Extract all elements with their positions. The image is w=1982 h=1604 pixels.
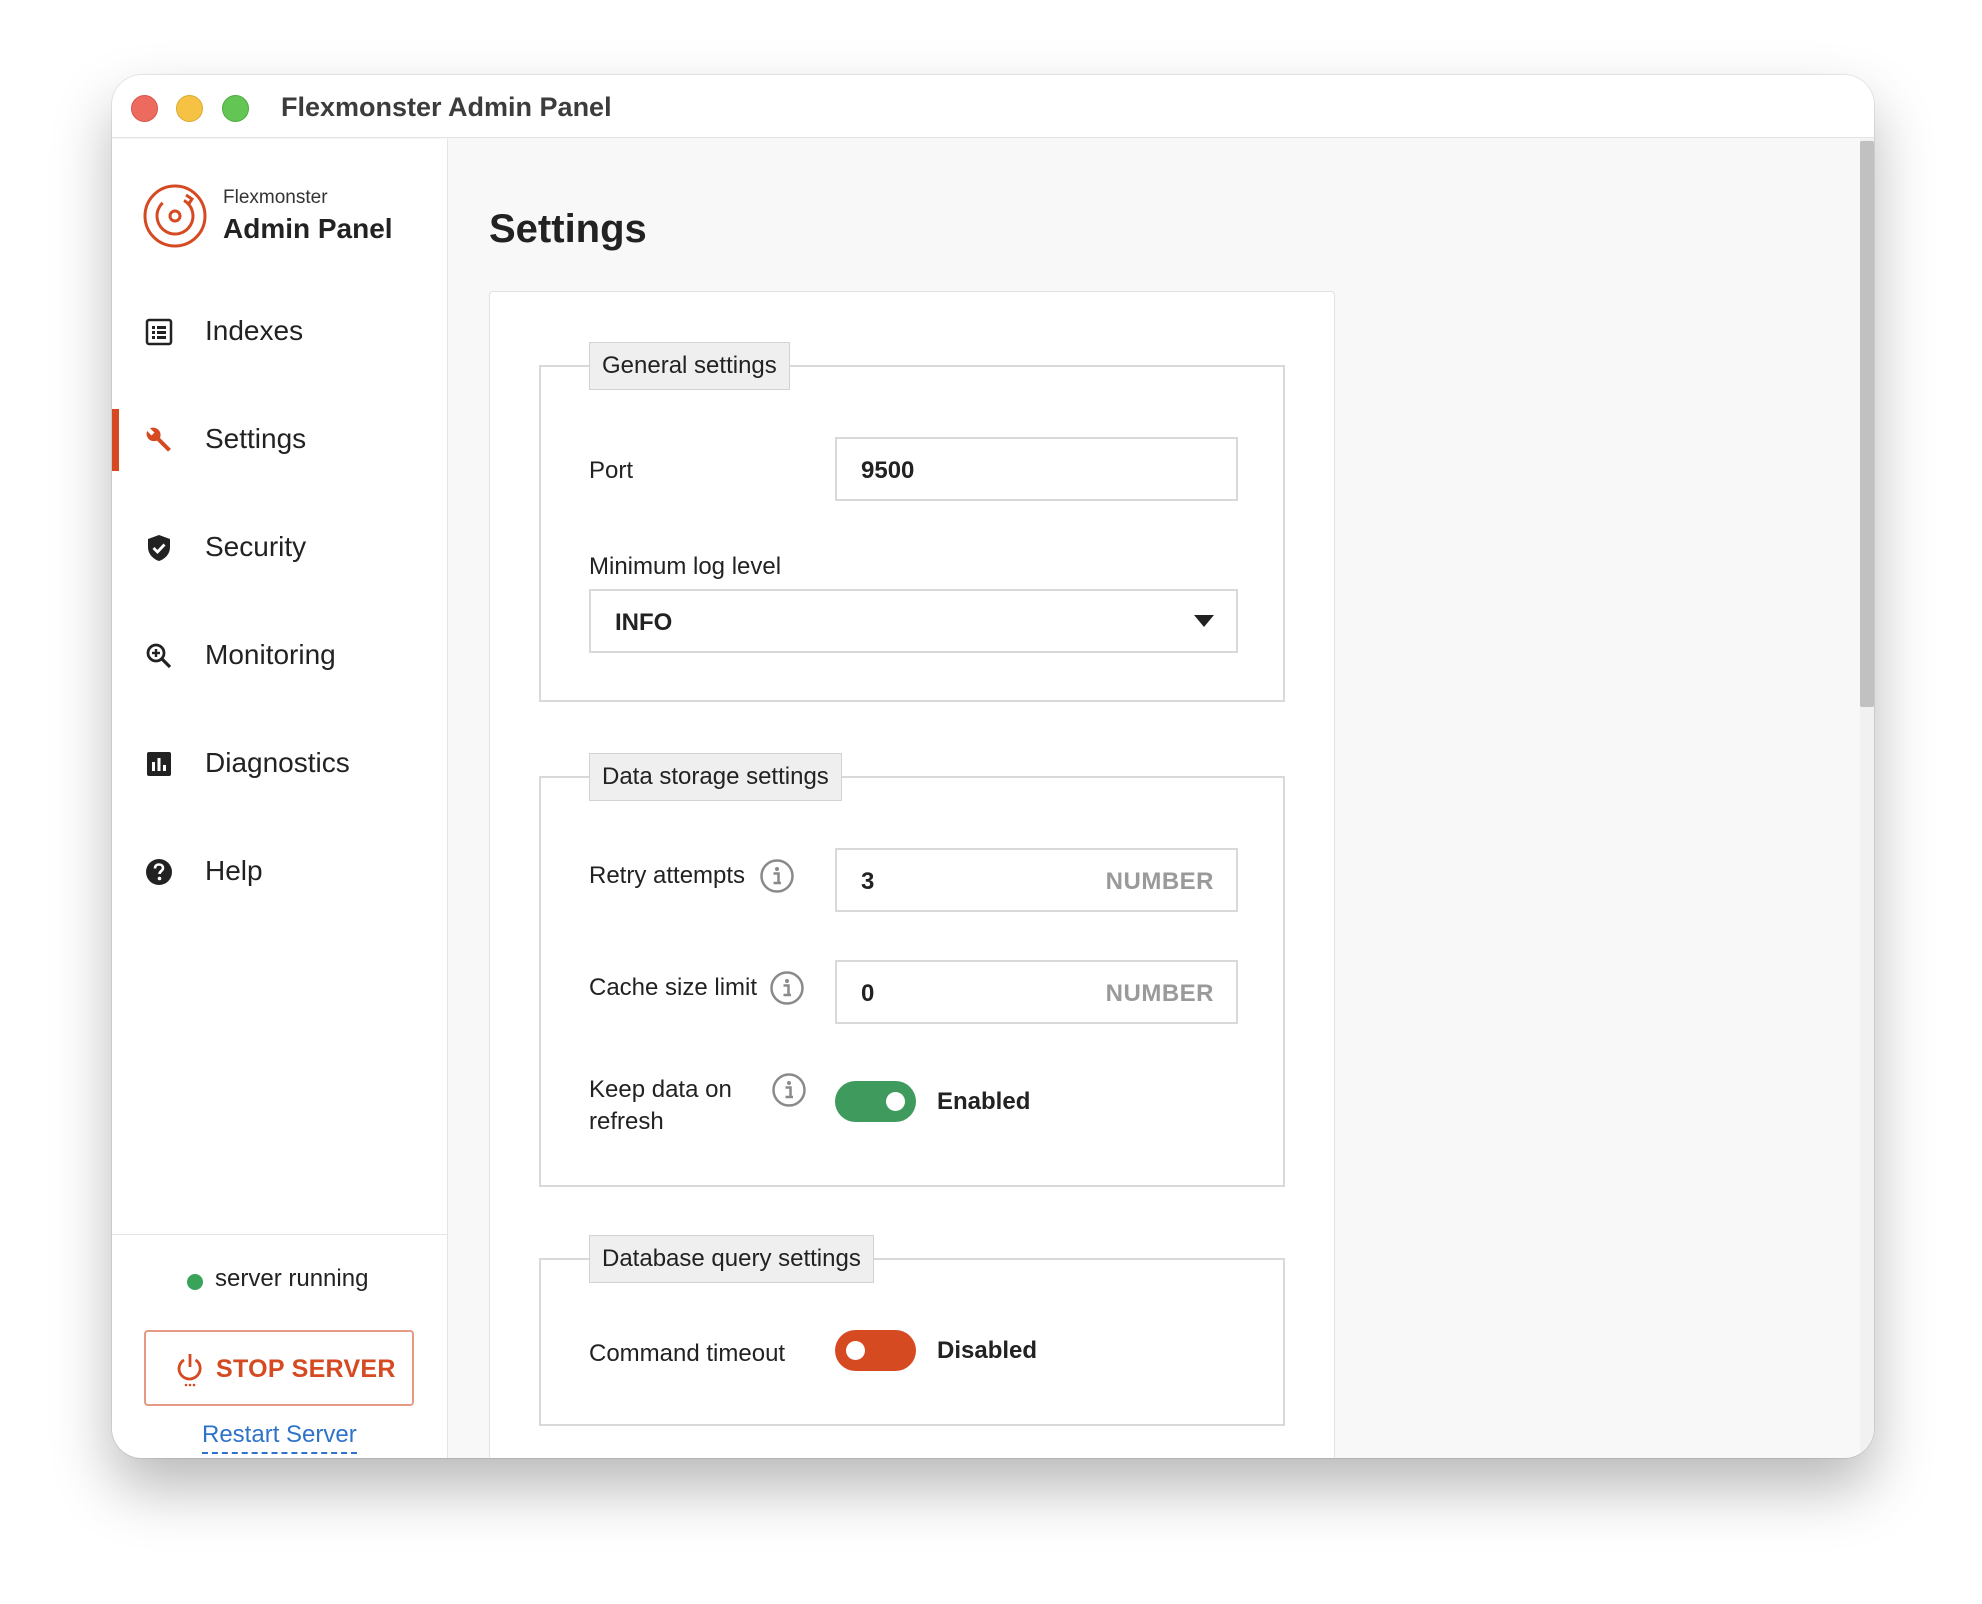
page-title: Settings	[489, 207, 647, 251]
status-dot	[187, 1274, 203, 1290]
toggle-knob	[886, 1092, 905, 1111]
cache-size-limit-input[interactable]: 0 NUMBER	[835, 960, 1238, 1024]
status-text: server running	[215, 1265, 369, 1292]
scrollbar-thumb[interactable]	[1860, 141, 1874, 707]
section-legend: Data storage settings	[589, 753, 842, 801]
toggle-knob	[846, 1341, 865, 1360]
sidebar: Flexmonster Admin Panel Indexes Settings	[112, 139, 448, 1458]
keep-data-toggle[interactable]	[835, 1081, 916, 1122]
title-bar: Flexmonster Admin Panel	[112, 75, 1874, 138]
sidebar-item-monitoring[interactable]: Monitoring	[112, 625, 447, 687]
bar-chart-icon	[147, 752, 171, 776]
sidebar-item-help[interactable]: Help	[112, 841, 447, 903]
brand-title: Admin Panel	[223, 213, 393, 244]
minimize-window-button[interactable]	[176, 95, 203, 122]
power-icon	[177, 1354, 202, 1387]
command-timeout-state: Disabled	[937, 1337, 1038, 1364]
sidebar-item-indexes[interactable]: Indexes	[112, 301, 447, 363]
port-value: 9500	[861, 457, 915, 484]
brand-name: Flexmonster	[223, 187, 328, 208]
log-level-select[interactable]: INFO	[589, 589, 1238, 653]
main-content: Settings General settings Port 9500 Mini…	[449, 139, 1874, 1458]
command-timeout-label: Command timeout	[589, 1340, 786, 1367]
wrench-icon	[146, 427, 171, 452]
sidebar-item-settings[interactable]: Settings	[112, 409, 447, 471]
zoom-window-button[interactable]	[222, 95, 249, 122]
port-label: Port	[589, 457, 634, 484]
port-input[interactable]: 9500	[835, 437, 1238, 501]
info-icon[interactable]	[759, 858, 795, 894]
keep-data-state: Enabled	[937, 1088, 1031, 1115]
flexmonster-logo-icon	[143, 184, 207, 248]
log-level-value: INFO	[615, 609, 673, 636]
input-type-hint: NUMBER	[1105, 868, 1214, 895]
sidebar-item-label: Monitoring	[205, 639, 336, 670]
general-settings-section: General settings Port 9500 Minimum log l…	[539, 342, 1285, 702]
sidebar-item-label: Settings	[205, 423, 307, 454]
cache-size-limit-value: 0	[861, 980, 875, 1007]
settings-card: General settings Port 9500 Minimum log l…	[489, 291, 1335, 1458]
stop-server-label: STOP SERVER	[216, 1355, 396, 1383]
list-icon	[145, 318, 173, 346]
log-level-label: Minimum log level	[589, 553, 782, 580]
section-legend: Database query settings	[589, 1235, 874, 1283]
input-type-hint: NUMBER	[1105, 980, 1214, 1007]
help-circle-icon	[146, 859, 172, 885]
chevron-down-icon	[1194, 615, 1214, 627]
shield-check-icon	[148, 535, 170, 561]
stop-server-button[interactable]: STOP SERVER	[144, 1330, 414, 1406]
app-window: Flexmonster Admin Panel Flexmonster Admi…	[112, 75, 1874, 1458]
retry-attempts-value: 3	[861, 868, 875, 895]
data-storage-settings-section: Data storage settings Retry attempts 3 N…	[539, 753, 1285, 1187]
info-icon[interactable]	[769, 970, 805, 1006]
info-icon[interactable]	[771, 1072, 807, 1108]
database-query-settings-section: Database query settings Command timeout …	[539, 1235, 1285, 1426]
retry-attempts-input[interactable]: 3 NUMBER	[835, 848, 1238, 912]
sidebar-item-label: Indexes	[205, 315, 304, 346]
sidebar-item-label: Security	[205, 531, 307, 562]
sidebar-item-diagnostics[interactable]: Diagnostics	[112, 733, 447, 795]
retry-attempts-label: Retry attempts	[589, 862, 746, 889]
close-window-button[interactable]	[131, 95, 158, 122]
sidebar-item-label: Help	[205, 855, 263, 886]
window-title: Flexmonster Admin Panel	[281, 92, 612, 122]
sidebar-item-label: Diagnostics	[205, 747, 350, 778]
keep-data-label-line2: refresh	[589, 1108, 664, 1135]
sidebar-item-security[interactable]: Security	[112, 517, 447, 579]
restart-server-link[interactable]: Restart Server	[202, 1421, 357, 1454]
command-timeout-toggle[interactable]	[835, 1330, 916, 1371]
sidebar-divider	[112, 1234, 447, 1235]
keep-data-label-line1: Keep data on	[589, 1076, 732, 1103]
zoom-in-icon	[146, 643, 172, 669]
cache-size-limit-label: Cache size limit	[589, 974, 758, 1001]
section-legend: General settings	[589, 342, 790, 390]
brand: Flexmonster Admin Panel	[142, 183, 432, 253]
